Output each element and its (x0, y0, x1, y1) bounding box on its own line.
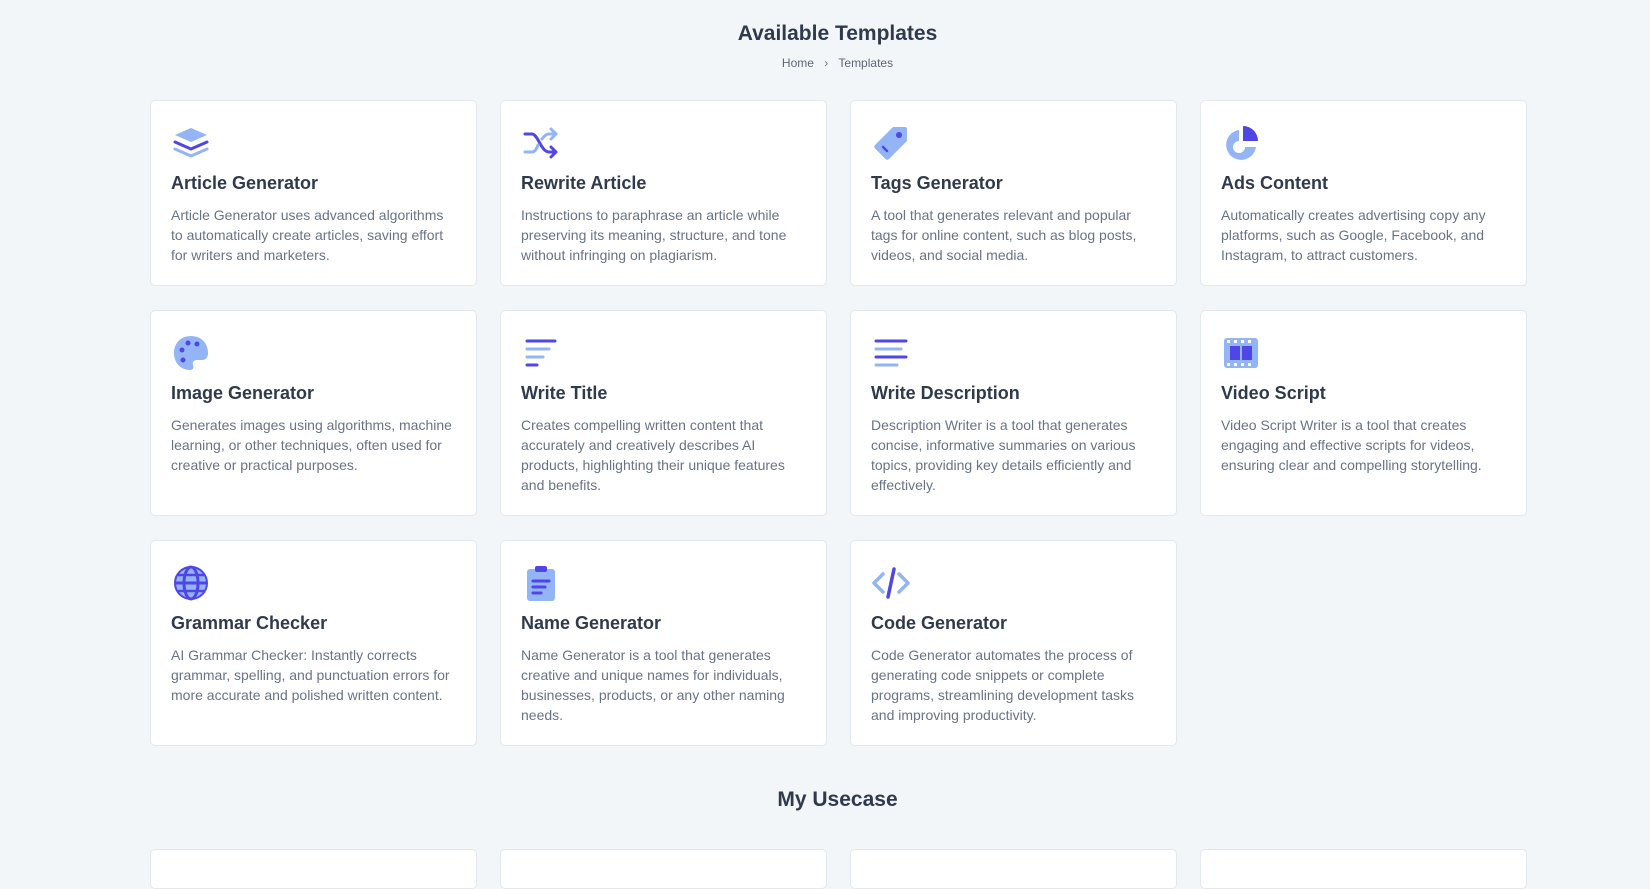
template-card-article-generator[interactable]: Article Generator Article Generator uses… (150, 100, 477, 286)
template-description: Instructions to paraphrase an article wh… (521, 207, 787, 263)
template-card-grammar-checker[interactable]: Grammar Checker AI Grammar Checker: Inst… (150, 540, 477, 746)
code-icon (871, 563, 911, 603)
template-title: Write Title (521, 383, 608, 403)
template-title: Article Generator (171, 173, 319, 193)
breadcrumb: Home › Templates (0, 56, 1650, 70)
template-description: Name Generator is a tool that generates … (521, 647, 785, 723)
clipboard-icon (521, 563, 561, 603)
template-title: Image Generator (171, 383, 315, 403)
template-title: Tags Generator (871, 173, 1003, 193)
usecase-section-title: My Usecase (777, 788, 898, 811)
template-title: Write Description (871, 383, 1020, 403)
templates-row-3: Grammar Checker AI Grammar Checker: Inst… (150, 540, 1527, 746)
film-icon (1221, 333, 1261, 373)
template-card-name-generator[interactable]: Name Generator Name Generator is a tool … (500, 540, 827, 746)
template-card-image-generator[interactable]: Image Generator Generates images using a… (150, 310, 477, 516)
template-title: Code Generator (871, 613, 1008, 633)
globe-icon (171, 563, 211, 603)
template-card-code-generator[interactable]: Code Generator Code Generator automates … (850, 540, 1177, 746)
template-card-ads-content[interactable]: Ads Content Automatically creates advert… (1200, 100, 1527, 286)
template-card-tags-generator[interactable]: Tags Generator A tool that generates rel… (850, 100, 1177, 286)
breadcrumb-current: Templates (838, 56, 894, 70)
template-description: AI Grammar Checker: Instantly corrects g… (171, 647, 450, 703)
text-lines-short-icon (521, 333, 561, 373)
chevron-right-icon: › (824, 56, 829, 70)
palette-icon (171, 333, 211, 373)
tag-icon (871, 123, 911, 163)
templates-row-1: Article Generator Article Generator uses… (150, 100, 1527, 286)
template-title: Name Generator (521, 613, 662, 633)
usecase-card[interactable] (500, 849, 827, 889)
layers-icon (171, 123, 211, 163)
shuffle-icon (521, 123, 561, 163)
template-description: Description Writer is a tool that genera… (871, 417, 1136, 493)
template-description: Code Generator automates the process of … (871, 647, 1135, 723)
usecase-card[interactable] (1200, 849, 1527, 889)
template-description: Video Script Writer is a tool that creat… (1221, 417, 1482, 473)
usecase-row (150, 849, 1527, 889)
template-card-write-title[interactable]: Write Title Creates compelling written c… (500, 310, 827, 516)
template-title: Grammar Checker (171, 613, 328, 633)
template-description: Generates images using algorithms, machi… (171, 417, 452, 473)
pie-chart-icon (1221, 123, 1261, 163)
template-title: Rewrite Article (521, 173, 647, 193)
page-title: Available Templates (737, 22, 938, 45)
template-card-video-script[interactable]: Video Script Video Script Writer is a to… (1200, 310, 1527, 516)
template-card-rewrite-article[interactable]: Rewrite Article Instructions to paraphra… (500, 100, 827, 286)
template-description: A tool that generates relevant and popul… (871, 207, 1137, 263)
usecase-card[interactable] (850, 849, 1177, 889)
text-lines-icon (871, 333, 911, 373)
usecase-card[interactable] (150, 849, 477, 889)
template-description: Automatically creates advertising copy a… (1221, 207, 1486, 263)
templates-row-2: Image Generator Generates images using a… (150, 310, 1527, 516)
template-card-write-description[interactable]: Write Description Description Writer is … (850, 310, 1177, 516)
template-description: Article Generator uses advanced algorith… (171, 207, 444, 263)
breadcrumb-home-link[interactable]: Home (782, 56, 814, 70)
template-description: Creates compelling written content that … (521, 417, 785, 493)
template-title: Video Script (1221, 383, 1326, 403)
template-title: Ads Content (1221, 173, 1328, 193)
